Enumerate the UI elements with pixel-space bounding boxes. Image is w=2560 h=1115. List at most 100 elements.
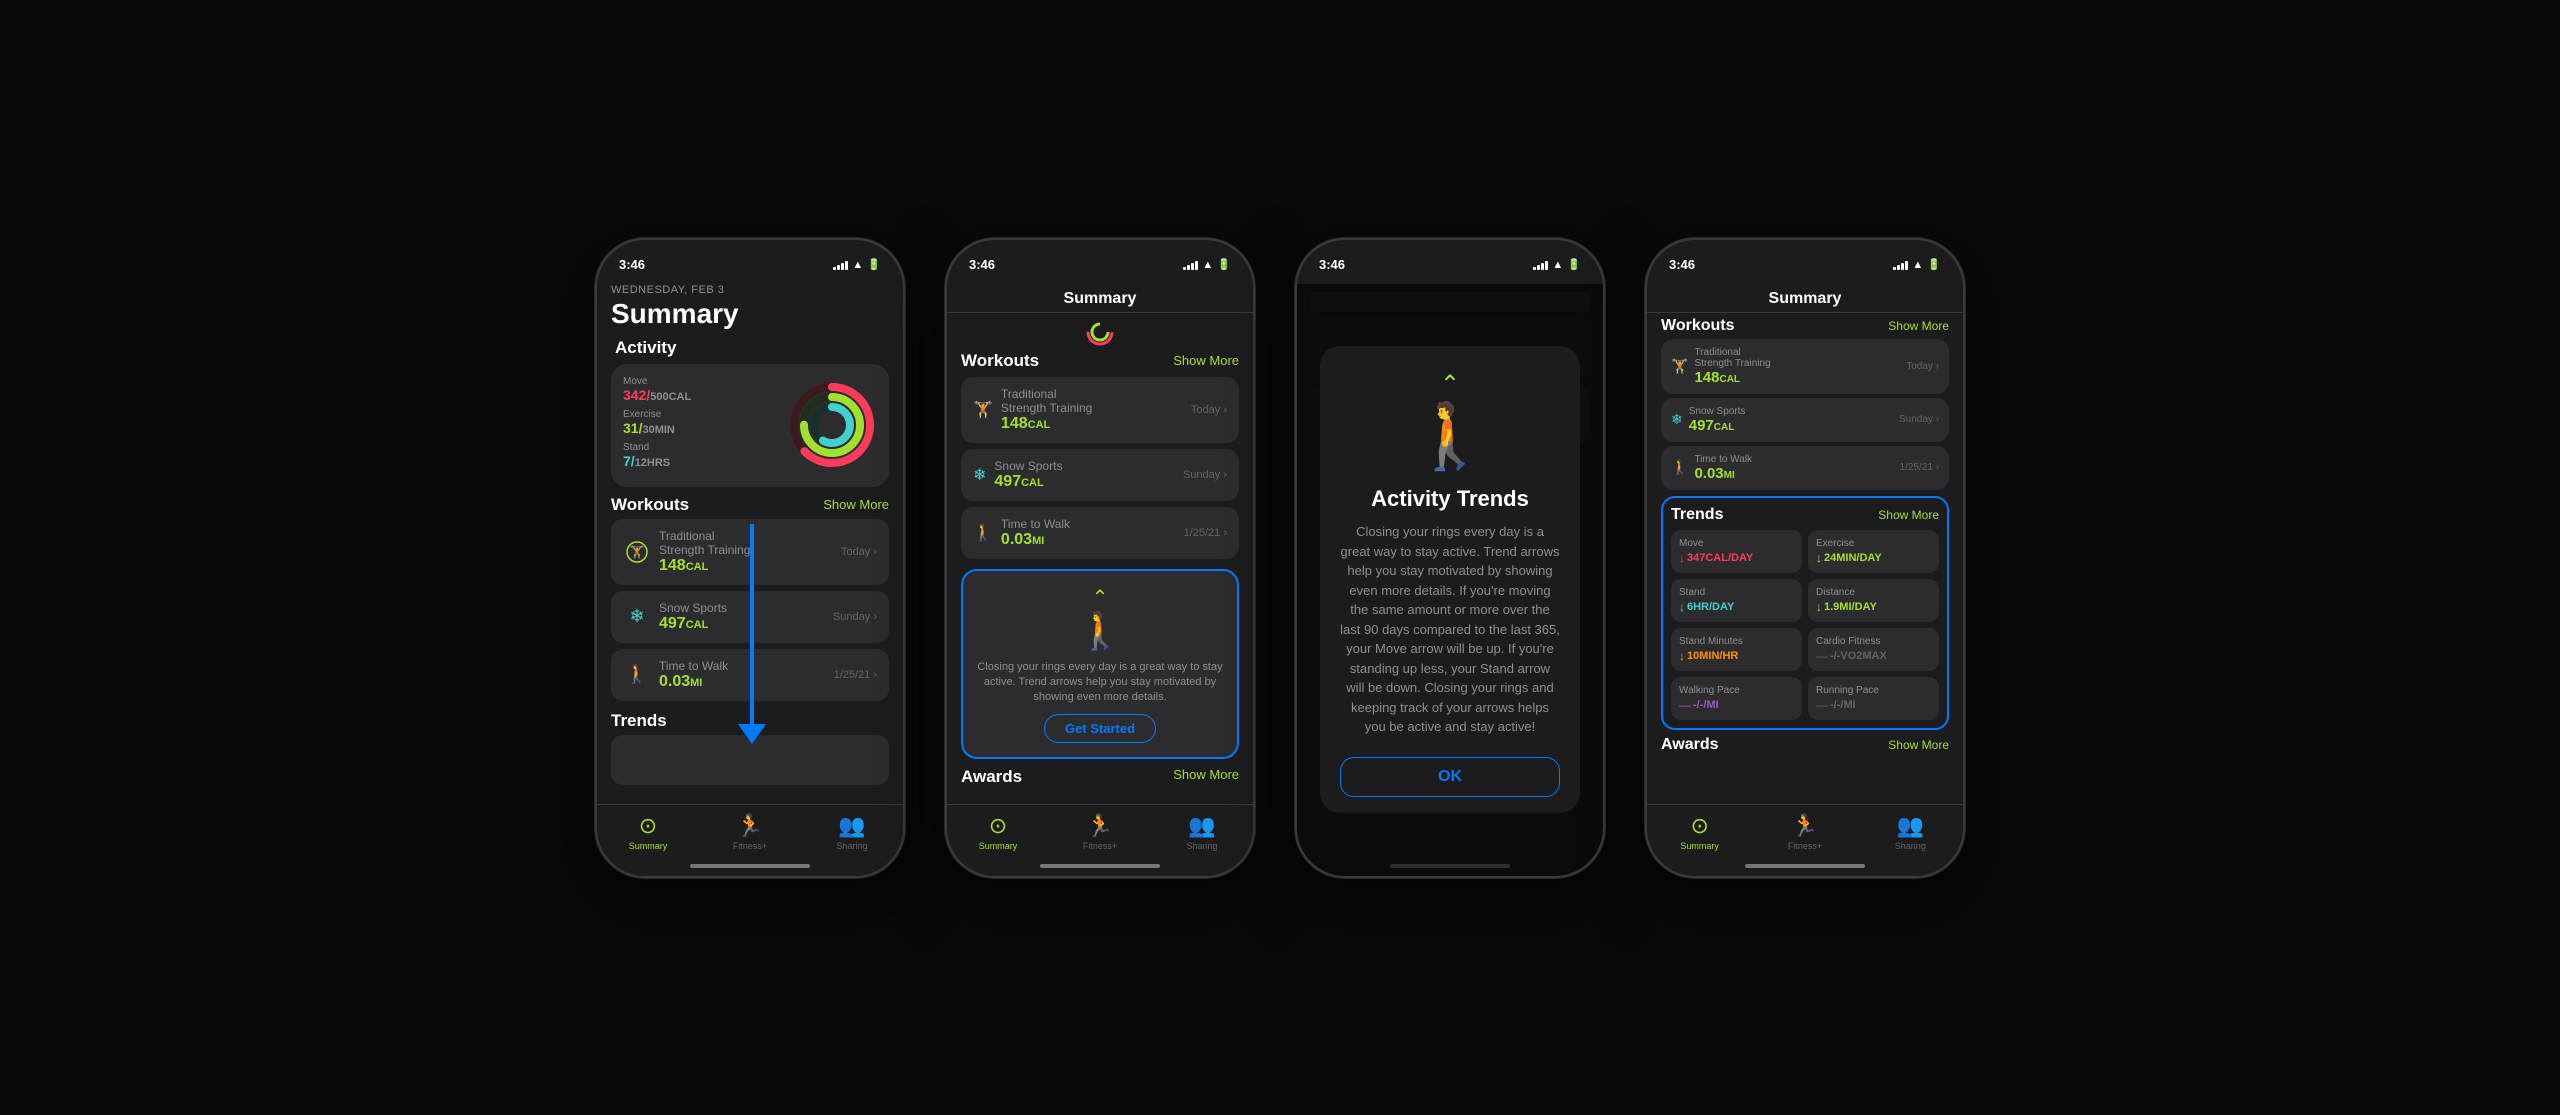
- trend-stand-4: Stand ↓ 6HR/DAY: [1671, 579, 1802, 622]
- tab-summary-4[interactable]: ⊙ Summary: [1647, 813, 1752, 851]
- trend-runpace-value-row-4: — -/-/MI: [1816, 698, 1931, 712]
- workout-walk-2[interactable]: 🚶 Time to Walk 0.03MI 1/25/21 ›: [961, 507, 1239, 559]
- trend-stand-arrow-4: ↓: [1679, 600, 1685, 614]
- workout-strength-4[interactable]: 🏋 TraditionalStrength Training 148CAL To…: [1661, 339, 1949, 394]
- show-more-workouts-2[interactable]: Show More: [1173, 353, 1239, 368]
- phone-2: 3:46 ▲ 🔋 Summary: [945, 238, 1255, 878]
- status-icons-1: ▲ 🔋: [833, 258, 881, 271]
- workout-name-walk-2: Time to Walk: [1001, 517, 1184, 531]
- phone-notch-2: [1035, 240, 1165, 270]
- phone-notch-4: [1740, 240, 1870, 270]
- blue-arrow: [738, 524, 766, 744]
- show-more-trends-4[interactable]: Show More: [1878, 508, 1939, 522]
- trend-distance-value-row-4: ↓ 1.9MI/DAY: [1816, 600, 1931, 614]
- sharing-tab-icon-1: 👥: [838, 813, 865, 839]
- trend-move-value-row-4: ↓ 347CAL/DAY: [1679, 551, 1794, 565]
- awards-title-4: Awards: [1661, 736, 1719, 754]
- modal-content-3: ⌃ 🚶 Activity Trends Closing your rings e…: [1320, 346, 1580, 813]
- workout-date-snow-2: Sunday ›: [1183, 469, 1227, 481]
- workouts-title-1: Workouts: [611, 495, 689, 515]
- workout-walk-4[interactable]: 🚶 Time to Walk 0.03MI 1/25/21 ›: [1661, 446, 1949, 490]
- tab-summary-2[interactable]: ⊙ Summary: [947, 813, 1049, 851]
- phones-container: 3:46 ▲ 🔋 WEDNESDAY, FEB 3 Summary Activi…: [555, 198, 2005, 918]
- trends-description-2: Closing your rings every day is a great …: [977, 660, 1223, 706]
- activity-rings: [787, 380, 877, 470]
- fitness-tab-label-1: Fitness+: [733, 841, 767, 851]
- sharing-label-2: Sharing: [1186, 841, 1217, 851]
- workout-cal-strength-4: 148CAL: [1694, 369, 1906, 386]
- trend-cardio-arrow-4: —: [1816, 649, 1828, 663]
- workout-cal-snow-4: 497CAL: [1689, 417, 1899, 434]
- arrow-line: [750, 524, 754, 724]
- phone-3-content: ⌃ 🚶 Activity Trends Closing your rings e…: [1297, 284, 1603, 876]
- tab-sharing-1[interactable]: 👥 Sharing: [801, 813, 903, 851]
- arrow-head: [738, 724, 766, 744]
- trends-icons-2: ⌃ 🚶: [1078, 585, 1123, 652]
- show-more-workouts-4[interactable]: Show More: [1888, 319, 1949, 333]
- show-more-1[interactable]: Show More: [823, 497, 889, 512]
- phone-4-content: Summary Workouts Show More 🏋 Traditional…: [1647, 284, 1963, 876]
- trend-standmin-4: Stand Minutes ↓ 10MIN/HR: [1671, 628, 1802, 671]
- status-icons-2: ▲ 🔋: [1183, 258, 1231, 271]
- time-2: 3:46: [969, 257, 995, 272]
- fitness-label-4: Fitness+: [1788, 841, 1822, 851]
- workout-info-snow-4: Snow Sports 497CAL: [1689, 406, 1899, 434]
- summary-icon-2: ⊙: [989, 813, 1007, 839]
- show-more-awards-4[interactable]: Show More: [1888, 738, 1949, 752]
- home-indicator-4: [1745, 864, 1865, 868]
- exercise-row: Exercise 31/30MIN: [623, 409, 779, 436]
- stand-label: Stand: [623, 442, 779, 453]
- tab-fitness-2[interactable]: 🏃 Fitness+: [1049, 813, 1151, 851]
- signal-icon-3: [1533, 260, 1548, 270]
- battery-icon-3: 🔋: [1567, 258, 1581, 271]
- svg-text:🏋: 🏋: [630, 545, 645, 559]
- ok-button-3[interactable]: OK: [1340, 757, 1560, 797]
- trend-exercise-val-4: 24MIN/DAY: [1824, 552, 1882, 564]
- snow-icon-1: ❄: [623, 603, 651, 631]
- trend-exercise-label-4: Exercise: [1816, 538, 1931, 549]
- trend-walkpace-value-row-4: — -/-/MI: [1679, 698, 1794, 712]
- move-label: Move: [623, 376, 779, 387]
- trend-exercise-value-row-4: ↓ 24MIN/DAY: [1816, 551, 1931, 565]
- workouts-header-1: Workouts Show More: [597, 487, 903, 519]
- show-more-awards-2[interactable]: Show More: [1173, 767, 1239, 787]
- tab-fitness-1[interactable]: 🏃 Fitness+: [699, 813, 801, 851]
- walk-icon-4: 🚶: [1671, 459, 1688, 476]
- summary-label-2: Summary: [979, 841, 1018, 851]
- battery-icon-1: 🔋: [867, 258, 881, 271]
- chevron-up-icon-2: ⌃: [1092, 585, 1109, 610]
- workouts-title-2: Workouts: [961, 351, 1039, 371]
- tab-summary-1[interactable]: ⊙ Summary: [597, 813, 699, 851]
- tab-fitness-4[interactable]: 🏃 Fitness+: [1752, 813, 1857, 851]
- trend-standmin-value-row-4: ↓ 10MIN/HR: [1679, 649, 1794, 663]
- phone-1-content: WEDNESDAY, FEB 3 Summary Activity Move 3…: [597, 284, 903, 876]
- workout-date-strength-2: Today ›: [1191, 404, 1227, 416]
- trend-exercise-arrow-4: ↓: [1816, 551, 1822, 565]
- workout-info-snow-2: Snow Sports 497CAL: [994, 459, 1183, 491]
- workouts-section-2: Workouts Show More 🏋 TraditionalStrength…: [947, 347, 1253, 569]
- activity-card: Move 342/500CAL Exercise 31/30MIN Stand …: [611, 364, 889, 487]
- tab-sharing-4[interactable]: 👥 Sharing: [1858, 813, 1963, 851]
- workout-snow-4[interactable]: ❄ Snow Sports 497CAL Sunday ›: [1661, 398, 1949, 442]
- summary-icon-4: ⊙: [1690, 813, 1708, 839]
- tab-sharing-2[interactable]: 👥 Sharing: [1151, 813, 1253, 851]
- trend-cardio-val-4: -/-VO2MAX: [1830, 650, 1887, 662]
- home-indicator-1: [690, 864, 810, 868]
- status-icons-3: ▲ 🔋: [1533, 258, 1581, 271]
- strength-icon-4: 🏋: [1671, 358, 1688, 375]
- get-started-button-2[interactable]: Get Started: [1044, 714, 1156, 743]
- trend-distance-label-4: Distance: [1816, 587, 1931, 598]
- fitness-tab-icon-1: 🏃: [736, 813, 763, 839]
- workout-date-walk-1: 1/25/21 ›: [834, 669, 877, 681]
- workout-snow-2[interactable]: ❄ Snow Sports 497CAL Sunday ›: [961, 449, 1239, 501]
- trend-distance-arrow-4: ↓: [1816, 600, 1822, 614]
- workouts-title-4: Workouts: [1661, 317, 1734, 335]
- wifi-icon-3: ▲: [1552, 259, 1563, 271]
- trend-exercise-4: Exercise ↓ 24MIN/DAY: [1808, 530, 1939, 573]
- trend-runpace-label-4: Running Pace: [1816, 685, 1931, 696]
- workout-strength-2[interactable]: 🏋 TraditionalStrength Training 148CAL To…: [961, 377, 1239, 443]
- activity-section-title: Activity: [597, 330, 903, 364]
- trend-move-val-4: 347CAL/DAY: [1687, 552, 1753, 564]
- workout-date-strength-1: Today ›: [841, 546, 877, 558]
- trend-move-arrow-4: ↓: [1679, 551, 1685, 565]
